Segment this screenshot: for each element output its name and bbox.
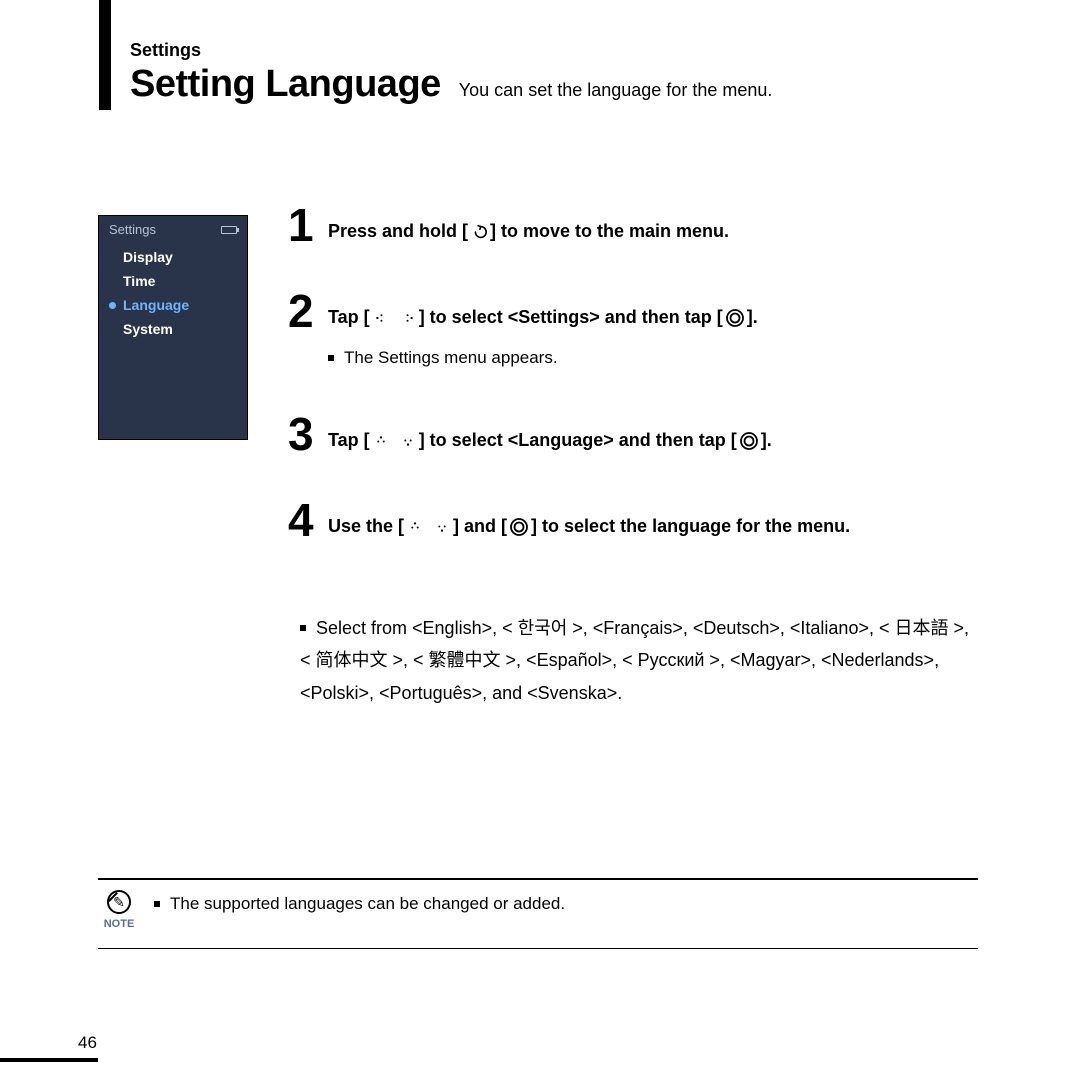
note-section: ✎ NOTE The supported languages can be ch…	[98, 878, 978, 949]
note-text: The supported languages can be changed o…	[170, 894, 565, 913]
bullet-icon	[300, 625, 306, 631]
step: 4Use the [ ] and [] to select the langua…	[288, 497, 988, 543]
ring-icon	[739, 431, 759, 451]
bullet-icon	[328, 355, 334, 361]
step: 2Tap [ ] to select <Settings> and then t…	[288, 288, 988, 371]
left-arrow-icon	[372, 309, 390, 327]
steps-list: 1Press and hold [] to move to the main m…	[288, 202, 988, 583]
language-options-block: Select from <English>, < 한국어 >, <Françai…	[300, 612, 980, 709]
page-number-underline	[0, 1058, 98, 1062]
step-number: 1	[288, 202, 324, 248]
step: 3Tap [ ] to select <Language> and then t…	[288, 411, 988, 457]
page-margin-bar	[99, 0, 111, 110]
device-menu-item: Time	[109, 269, 237, 293]
device-menu-item: Display	[109, 245, 237, 269]
step-heading: Press and hold [] to move to the main me…	[328, 220, 988, 243]
note-label: NOTE	[98, 918, 140, 930]
section-label: Settings	[130, 40, 772, 61]
ring-icon	[725, 308, 745, 328]
page-number: 46	[78, 1033, 97, 1053]
language-prefix: Select from	[316, 618, 412, 638]
down-arrow-icon	[433, 518, 451, 536]
step-number: 2	[288, 288, 324, 334]
step-number: 4	[288, 497, 324, 543]
back-icon	[470, 223, 488, 241]
step-detail: The Settings menu appears.	[328, 345, 988, 371]
divider	[98, 948, 978, 949]
down-arrow-icon	[399, 432, 417, 450]
page-header: Settings Setting Language You can set th…	[130, 40, 772, 106]
bullet-icon	[154, 901, 160, 907]
step-heading: Tap [ ] to select <Settings> and then ta…	[328, 306, 988, 329]
step-heading: Use the [ ] and [] to select the languag…	[328, 515, 988, 538]
step: 1Press and hold [] to move to the main m…	[288, 202, 988, 248]
note-icon: ✎	[107, 890, 131, 914]
up-arrow-icon	[406, 518, 424, 536]
right-arrow-icon	[399, 309, 417, 327]
battery-icon	[221, 226, 237, 234]
step-heading: Tap [ ] to select <Language> and then ta…	[328, 429, 988, 452]
ring-icon	[509, 517, 529, 537]
device-screenshot: Settings DisplayTimeLanguageSystem	[98, 215, 248, 440]
step-number: 3	[288, 411, 324, 457]
device-menu-item: System	[109, 317, 237, 341]
device-menu-item: Language	[109, 293, 237, 317]
device-screen-title: Settings	[109, 222, 156, 237]
up-arrow-icon	[372, 432, 390, 450]
page-title: Setting Language	[130, 63, 441, 106]
device-menu-list: DisplayTimeLanguageSystem	[109, 245, 237, 341]
page-subtitle: You can set the language for the menu.	[459, 80, 773, 105]
